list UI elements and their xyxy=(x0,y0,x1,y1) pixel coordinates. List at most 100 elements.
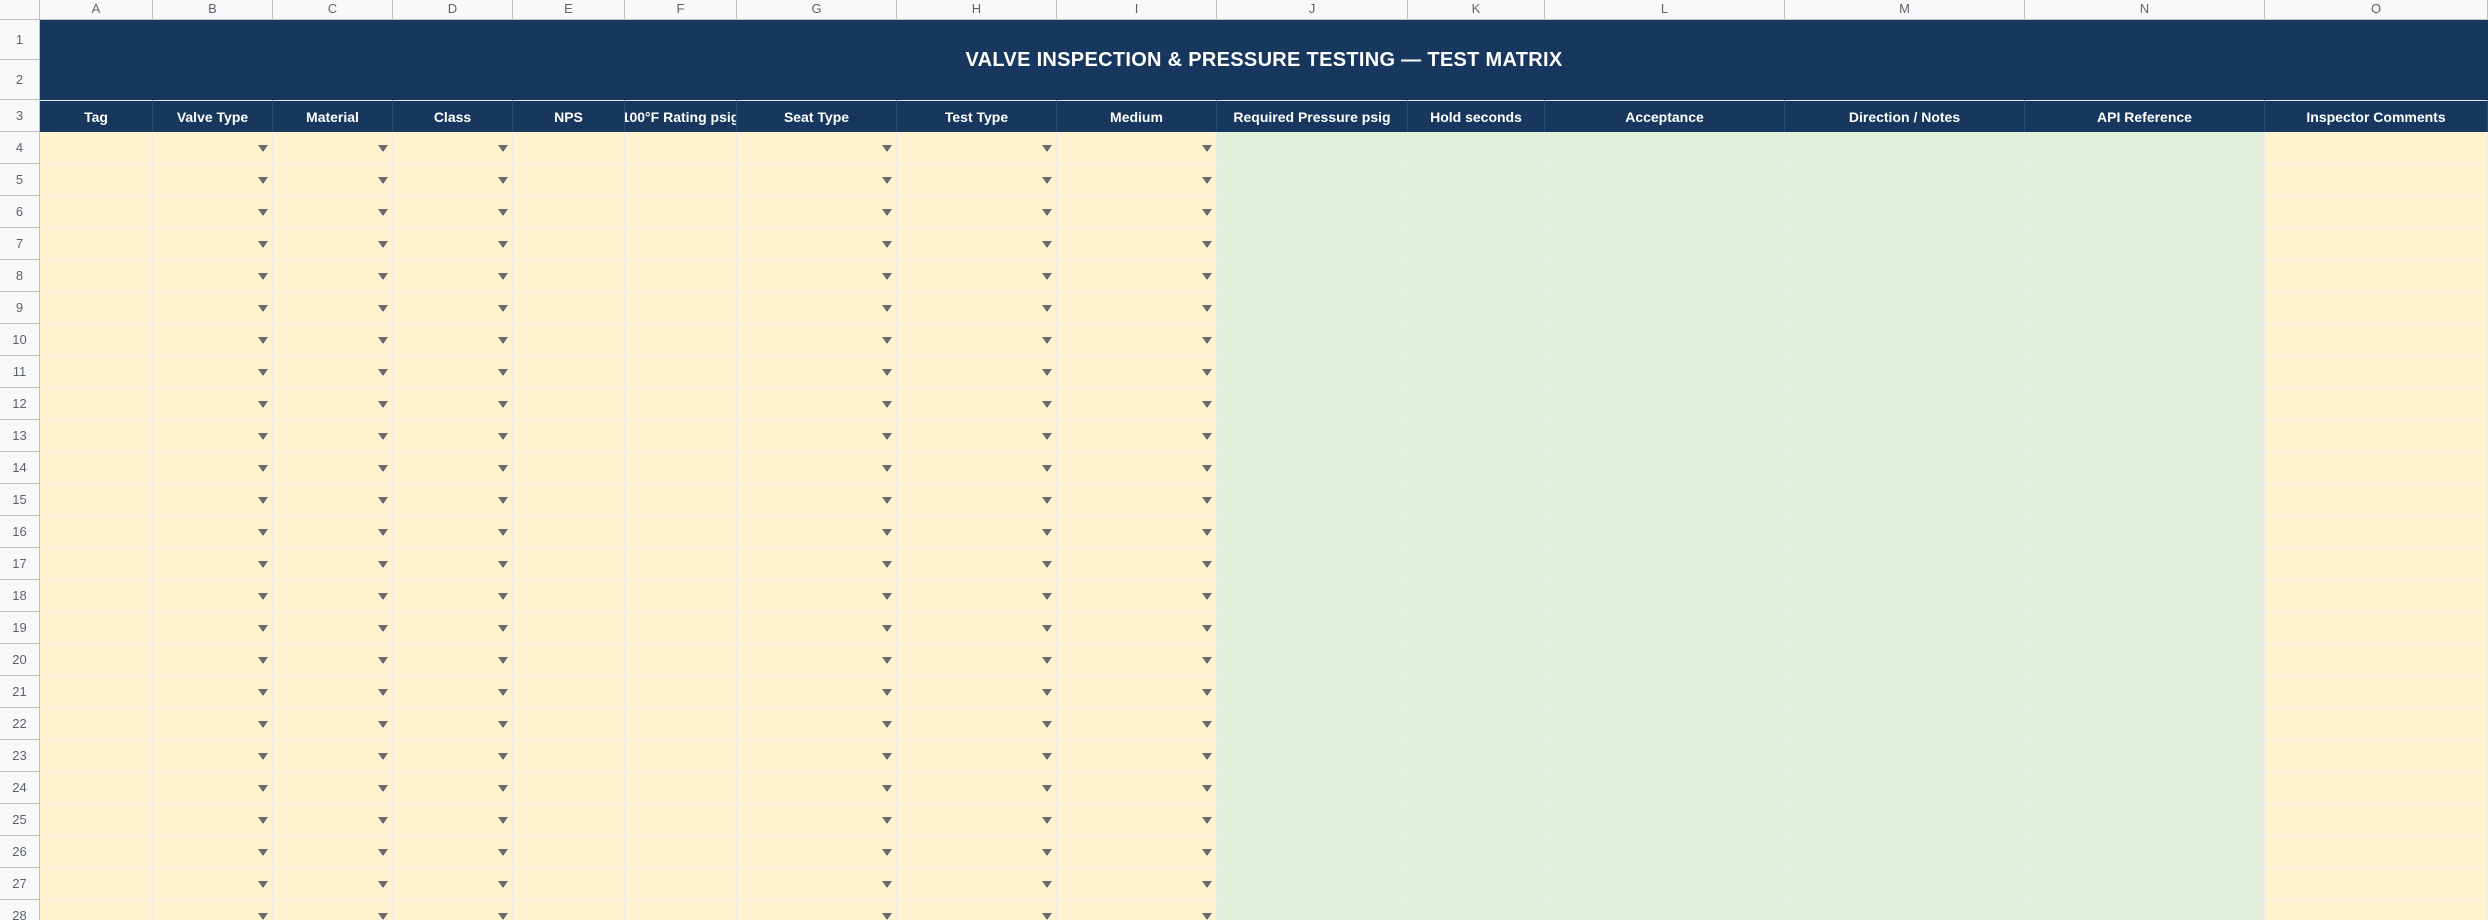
chevron-down-icon[interactable] xyxy=(498,144,508,152)
cell-b13[interactable] xyxy=(153,420,273,452)
cell-e13[interactable] xyxy=(513,420,625,452)
chevron-down-icon[interactable] xyxy=(378,144,388,152)
column-title-b[interactable]: Valve Type xyxy=(153,100,273,132)
cell-g16[interactable] xyxy=(737,516,897,548)
cell-g9[interactable] xyxy=(737,292,897,324)
row-header-13[interactable]: 13 xyxy=(0,420,40,452)
chevron-down-icon[interactable] xyxy=(1042,464,1052,472)
cell-h8[interactable] xyxy=(897,260,1057,292)
chevron-down-icon[interactable] xyxy=(378,400,388,408)
chevron-down-icon[interactable] xyxy=(258,784,268,792)
cell-b27[interactable] xyxy=(153,868,273,900)
cell-e24[interactable] xyxy=(513,772,625,804)
cell-c26[interactable] xyxy=(273,836,393,868)
chevron-down-icon[interactable] xyxy=(258,336,268,344)
cell-h6[interactable] xyxy=(897,196,1057,228)
cell-d13[interactable] xyxy=(393,420,513,452)
chevron-down-icon[interactable] xyxy=(882,752,892,760)
cell-o6[interactable] xyxy=(2265,196,2488,228)
cell-a17[interactable] xyxy=(40,548,153,580)
chevron-down-icon[interactable] xyxy=(1202,336,1212,344)
column-title-c[interactable]: Material xyxy=(273,100,393,132)
chevron-down-icon[interactable] xyxy=(1042,368,1052,376)
cell-a8[interactable] xyxy=(40,260,153,292)
cell-a27[interactable] xyxy=(40,868,153,900)
chevron-down-icon[interactable] xyxy=(1202,528,1212,536)
cell-o11[interactable] xyxy=(2265,356,2488,388)
cell-i11[interactable] xyxy=(1057,356,1217,388)
chevron-down-icon[interactable] xyxy=(258,144,268,152)
chevron-down-icon[interactable] xyxy=(1202,688,1212,696)
chevron-down-icon[interactable] xyxy=(1042,880,1052,888)
chevron-down-icon[interactable] xyxy=(258,208,268,216)
cell-b15[interactable] xyxy=(153,484,273,516)
cell-b18[interactable] xyxy=(153,580,273,612)
chevron-down-icon[interactable] xyxy=(258,304,268,312)
chevron-down-icon[interactable] xyxy=(1042,208,1052,216)
row-header-27[interactable]: 27 xyxy=(0,868,40,900)
cell-b22[interactable] xyxy=(153,708,273,740)
column-header-j[interactable]: J xyxy=(1217,0,1408,20)
chevron-down-icon[interactable] xyxy=(1202,464,1212,472)
column-header-i[interactable]: I xyxy=(1057,0,1217,20)
cell-a26[interactable] xyxy=(40,836,153,868)
cell-g8[interactable] xyxy=(737,260,897,292)
chevron-down-icon[interactable] xyxy=(258,432,268,440)
cell-b5[interactable] xyxy=(153,164,273,196)
cell-o22[interactable] xyxy=(2265,708,2488,740)
cell-i5[interactable] xyxy=(1057,164,1217,196)
cell-e27[interactable] xyxy=(513,868,625,900)
cell-a14[interactable] xyxy=(40,452,153,484)
chevron-down-icon[interactable] xyxy=(498,848,508,856)
cell-d26[interactable] xyxy=(393,836,513,868)
cell-o19[interactable] xyxy=(2265,612,2488,644)
chevron-down-icon[interactable] xyxy=(498,400,508,408)
column-title-i[interactable]: Medium xyxy=(1057,100,1217,132)
cell-d20[interactable] xyxy=(393,644,513,676)
chevron-down-icon[interactable] xyxy=(498,368,508,376)
cell-f18[interactable] xyxy=(625,580,737,612)
cell-d23[interactable] xyxy=(393,740,513,772)
column-title-n[interactable]: API Reference xyxy=(2025,100,2265,132)
cell-a19[interactable] xyxy=(40,612,153,644)
chevron-down-icon[interactable] xyxy=(258,560,268,568)
chevron-down-icon[interactable] xyxy=(882,496,892,504)
chevron-down-icon[interactable] xyxy=(1202,144,1212,152)
cell-e7[interactable] xyxy=(513,228,625,260)
column-title-o[interactable]: Inspector Comments xyxy=(2265,100,2488,132)
cell-f8[interactable] xyxy=(625,260,737,292)
chevron-down-icon[interactable] xyxy=(258,272,268,280)
cell-o5[interactable] xyxy=(2265,164,2488,196)
column-title-m[interactable]: Direction / Notes xyxy=(1785,100,2025,132)
cell-f19[interactable] xyxy=(625,612,737,644)
cell-c27[interactable] xyxy=(273,868,393,900)
cell-a11[interactable] xyxy=(40,356,153,388)
chevron-down-icon[interactable] xyxy=(882,368,892,376)
row-header-18[interactable]: 18 xyxy=(0,580,40,612)
chevron-down-icon[interactable] xyxy=(378,432,388,440)
chevron-down-icon[interactable] xyxy=(498,592,508,600)
cell-f23[interactable] xyxy=(625,740,737,772)
cell-i7[interactable] xyxy=(1057,228,1217,260)
chevron-down-icon[interactable] xyxy=(1202,624,1212,632)
chevron-down-icon[interactable] xyxy=(378,240,388,248)
cell-d11[interactable] xyxy=(393,356,513,388)
cell-a28[interactable] xyxy=(40,900,153,920)
chevron-down-icon[interactable] xyxy=(1042,848,1052,856)
cell-o12[interactable] xyxy=(2265,388,2488,420)
cell-f5[interactable] xyxy=(625,164,737,196)
row-header-16[interactable]: 16 xyxy=(0,516,40,548)
row-header-19[interactable]: 19 xyxy=(0,612,40,644)
cell-b25[interactable] xyxy=(153,804,273,836)
row-header-2[interactable]: 2 xyxy=(0,60,40,100)
row-header-26[interactable]: 26 xyxy=(0,836,40,868)
row-header-3[interactable]: 3 xyxy=(0,100,40,132)
cell-e14[interactable] xyxy=(513,452,625,484)
cell-f21[interactable] xyxy=(625,676,737,708)
cell-g6[interactable] xyxy=(737,196,897,228)
cell-f25[interactable] xyxy=(625,804,737,836)
cell-h24[interactable] xyxy=(897,772,1057,804)
cell-e22[interactable] xyxy=(513,708,625,740)
chevron-down-icon[interactable] xyxy=(378,336,388,344)
chevron-down-icon[interactable] xyxy=(258,368,268,376)
